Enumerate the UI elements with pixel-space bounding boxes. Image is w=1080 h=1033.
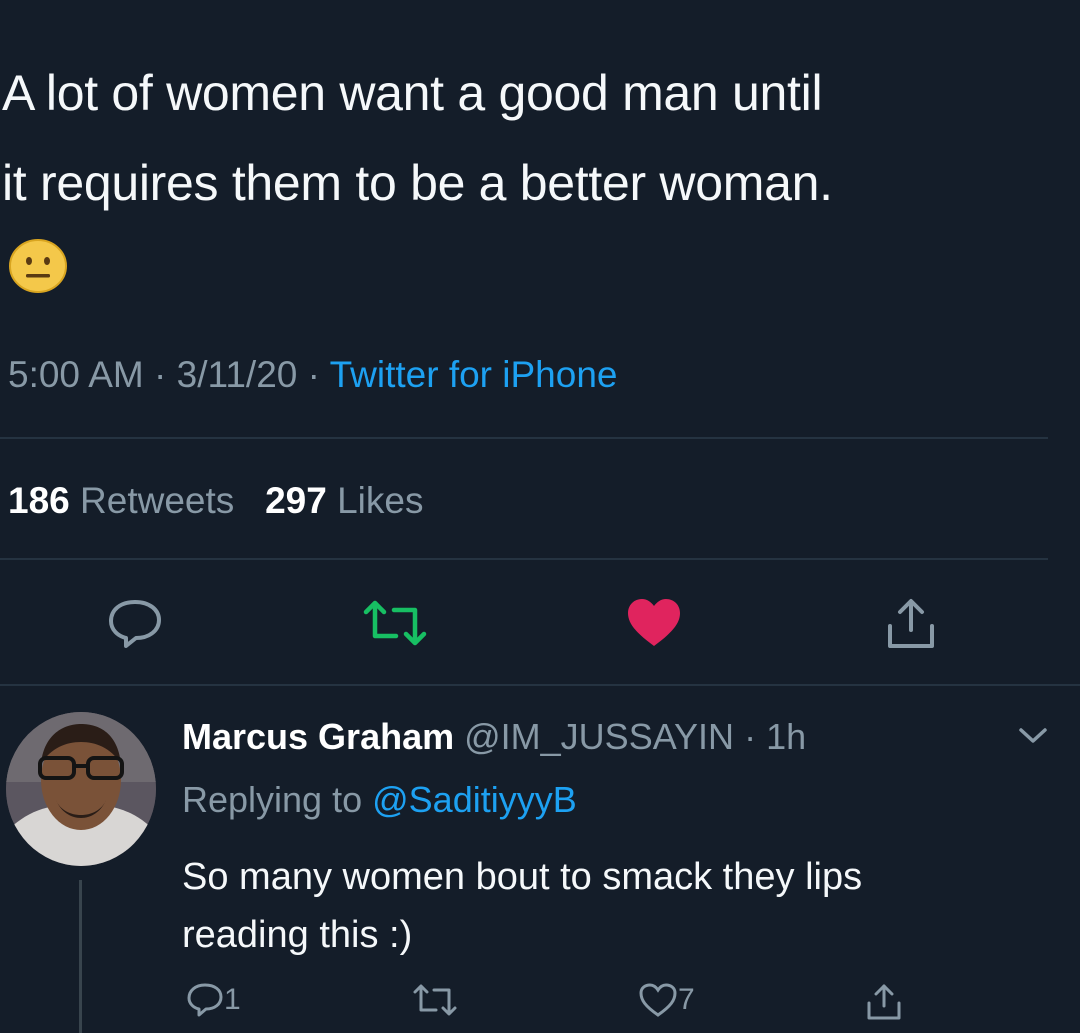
divider [0, 558, 1048, 560]
tweet-time: 5:00 AM [8, 354, 144, 395]
replying-label: Replying to [182, 779, 363, 820]
share-icon [867, 984, 901, 1020]
comment-icon[interactable] [106, 598, 164, 650]
tweet-text-line-1: A lot of women want a good man until [2, 65, 823, 121]
reply-separator: · [734, 716, 767, 757]
like-count: 297 [265, 480, 327, 521]
retweet-icon[interactable] [362, 598, 428, 648]
tweet-meta: 5:00 AM · 3/11/20 · Twitter for iPhone [8, 350, 617, 400]
comment-icon [187, 983, 223, 1017]
replying-to-mention[interactable]: @SaditiyyyB [372, 779, 577, 820]
retweet-count: 186 [8, 480, 70, 521]
reply-author-handle[interactable]: @IM_JUSSAYIN [464, 716, 734, 757]
avatar-photo [6, 712, 156, 866]
retweet-label: Retweets [80, 480, 235, 521]
reply-author-name[interactable]: Marcus Graham [182, 716, 454, 757]
likes-stat[interactable]: 297 Likes [265, 480, 423, 521]
replying-to: Replying to @SaditiyyyB [182, 775, 577, 825]
divider [0, 684, 1080, 686]
heart-icon [639, 983, 677, 1017]
meta-separator: · [154, 354, 177, 395]
chevron-down-icon[interactable] [1016, 722, 1050, 748]
reply-retweet-button[interactable] [412, 982, 458, 1030]
retweet-icon [413, 984, 457, 1016]
reply-text-line-2: reading this :) [182, 914, 413, 956]
meta-separator: · [307, 354, 330, 395]
tweet-detail-page: A lot of women want a good man until it … [0, 0, 1080, 1033]
reply-comment-count: 1 [224, 983, 241, 1017]
reply-like-count: 7 [678, 983, 695, 1017]
tweet-text: A lot of women want a good man until it … [2, 48, 1062, 228]
heart-icon[interactable] [625, 596, 683, 650]
share-icon[interactable] [882, 596, 940, 652]
tweet-source-link[interactable]: Twitter for iPhone [330, 354, 618, 395]
reply-text-line-1: So many women bout to smack they lips [182, 856, 863, 898]
reply-text: So many women bout to smack they lips re… [182, 848, 1042, 964]
tweet-date: 3/11/20 [176, 354, 298, 395]
reply-share-button[interactable] [864, 982, 904, 1030]
retweets-stat[interactable]: 186 Retweets [8, 480, 245, 521]
reply-comment-button[interactable]: 1 [186, 982, 241, 1030]
like-label: Likes [337, 480, 424, 521]
avatar[interactable] [6, 712, 156, 866]
thread-line [79, 880, 82, 1033]
reply-header: Marcus Graham @IM_JUSSAYIN · 1h [182, 712, 806, 762]
neutral-face-emoji-icon [9, 239, 67, 293]
divider [0, 437, 1048, 439]
reply-like-button[interactable]: 7 [638, 982, 695, 1030]
tweet-stats: 186 Retweets 297 Likes [8, 476, 424, 526]
tweet-text-line-2: it requires them to be a better woman. [2, 155, 833, 211]
reply-time: 1h [766, 716, 807, 757]
